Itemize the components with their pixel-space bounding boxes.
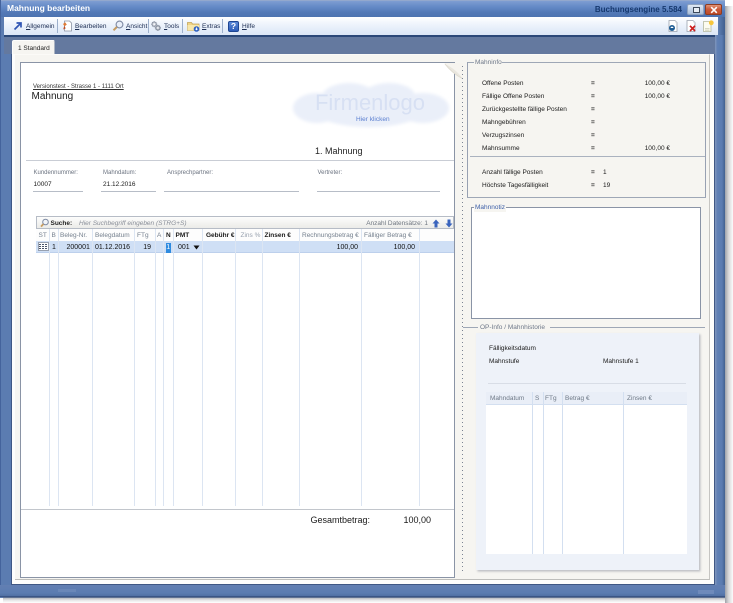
svg-text:Firmenlogo: Firmenlogo	[315, 90, 425, 115]
